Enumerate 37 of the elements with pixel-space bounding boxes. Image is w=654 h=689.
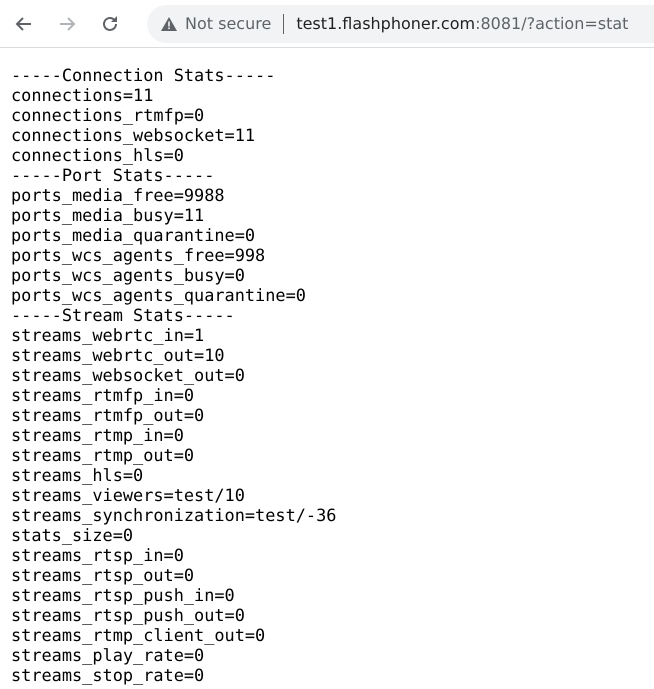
stats-line: streams_viewers=test/10: [11, 485, 245, 505]
stats-line: -----Connection Stats-----: [11, 65, 276, 85]
stats-line: ports_wcs_agents_busy=0: [11, 265, 245, 285]
stats-line: streams_rtsp_push_in=0: [11, 585, 235, 605]
warning-icon: [161, 16, 177, 30]
stats-line: connections_hls=0: [11, 145, 184, 165]
stats-line: connections=11: [11, 85, 154, 105]
stats-line: connections_websocket=11: [11, 125, 256, 145]
stats-line: streams_stop_rate=0: [11, 665, 204, 685]
stats-line: streams_rtmfp_in=0: [11, 385, 194, 405]
stats-line: streams_hls=0: [11, 465, 144, 485]
url-path: :8081/?action=stat: [475, 14, 628, 33]
stats-line: streams_webrtc_in=1: [11, 325, 204, 345]
stats-line: -----Stream Stats-----: [11, 305, 235, 325]
reload-icon: [100, 14, 120, 34]
stats-line: streams_webrtc_out=10: [11, 345, 225, 365]
stats-line: streams_websocket_out=0: [11, 365, 245, 385]
stats-line: stats_size=0: [11, 525, 134, 545]
stats-line: streams_play_rate=0: [11, 645, 204, 665]
stats-line: streams_rtsp_push_out=0: [11, 605, 245, 625]
stats-line: ports_wcs_agents_quarantine=0: [11, 285, 306, 305]
stats-line: streams_synchronization=test/-36: [11, 505, 336, 525]
stats-line: ports_wcs_agents_free=998: [11, 245, 266, 265]
stats-line: ports_media_free=9988: [11, 185, 225, 205]
stats-line: ports_media_busy=11: [11, 205, 204, 225]
stats-line: streams_rtmp_out=0: [11, 445, 194, 465]
stats-line: streams_rtmfp_out=0: [11, 405, 204, 425]
stats-line: connections_rtmfp=0: [11, 105, 204, 125]
url-host: test1.flashphoner.com: [296, 14, 476, 33]
security-label: Not secure: [185, 14, 272, 33]
stats-line: streams_rtsp_in=0: [11, 545, 184, 565]
stats-line: streams_rtmp_client_out=0: [11, 625, 266, 645]
stats-line: streams_rtsp_out=0: [11, 565, 194, 585]
address-bar[interactable]: Not secure test1.flashphoner.com:8081/?action=stat: [147, 4, 654, 42]
stats-line: ports_media_quarantine=0: [11, 225, 256, 245]
stats-line: streams_rtmp_in=0: [11, 425, 184, 445]
stats-line: -----Port Stats-----: [11, 165, 214, 185]
